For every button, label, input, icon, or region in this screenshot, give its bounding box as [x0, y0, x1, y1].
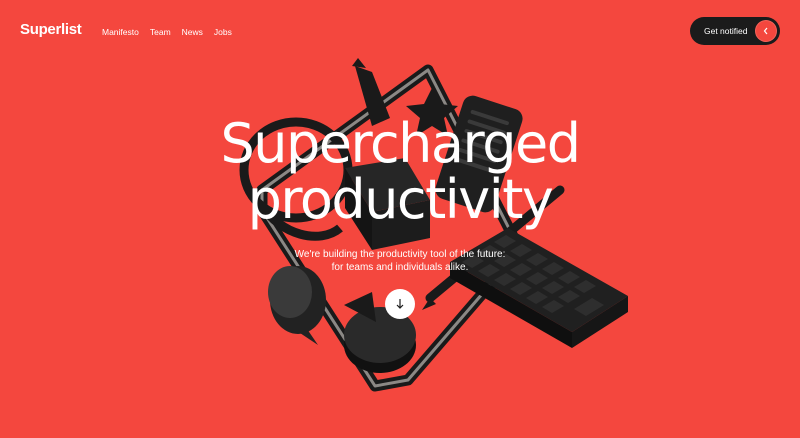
hero-title: Supercharged productivity [0, 116, 800, 228]
scroll-down-button[interactable] [385, 289, 415, 319]
hero-subtitle-line-1: We're building the productivity tool of … [294, 249, 506, 260]
keyboard-shape [450, 228, 628, 348]
get-notified-label: Get notified [704, 26, 748, 36]
hero-title-line-1: Supercharged [220, 112, 581, 175]
get-notified-button[interactable]: Get notified [690, 17, 780, 45]
hero-subtitle: We're building the productivity tool of … [0, 248, 800, 274]
nav-link-jobs[interactable]: Jobs [214, 27, 232, 37]
top-nav: Superlist Manifesto Team News Jobs Get n… [0, 0, 800, 62]
nav-link-manifesto[interactable]: Manifesto [102, 27, 139, 37]
nav-links: Manifesto Team News Jobs [102, 27, 232, 37]
arrow-down-icon [396, 299, 404, 309]
hero-title-line-2: productivity [247, 168, 554, 231]
speech-bubble-shape [268, 266, 326, 345]
chevron-left-icon [755, 20, 777, 42]
logo[interactable]: Superlist [20, 21, 82, 38]
nav-link-team[interactable]: Team [150, 27, 171, 37]
hero-subtitle-line-2: for teams and individuals alike. [331, 262, 469, 273]
nav-link-news[interactable]: News [182, 27, 203, 37]
